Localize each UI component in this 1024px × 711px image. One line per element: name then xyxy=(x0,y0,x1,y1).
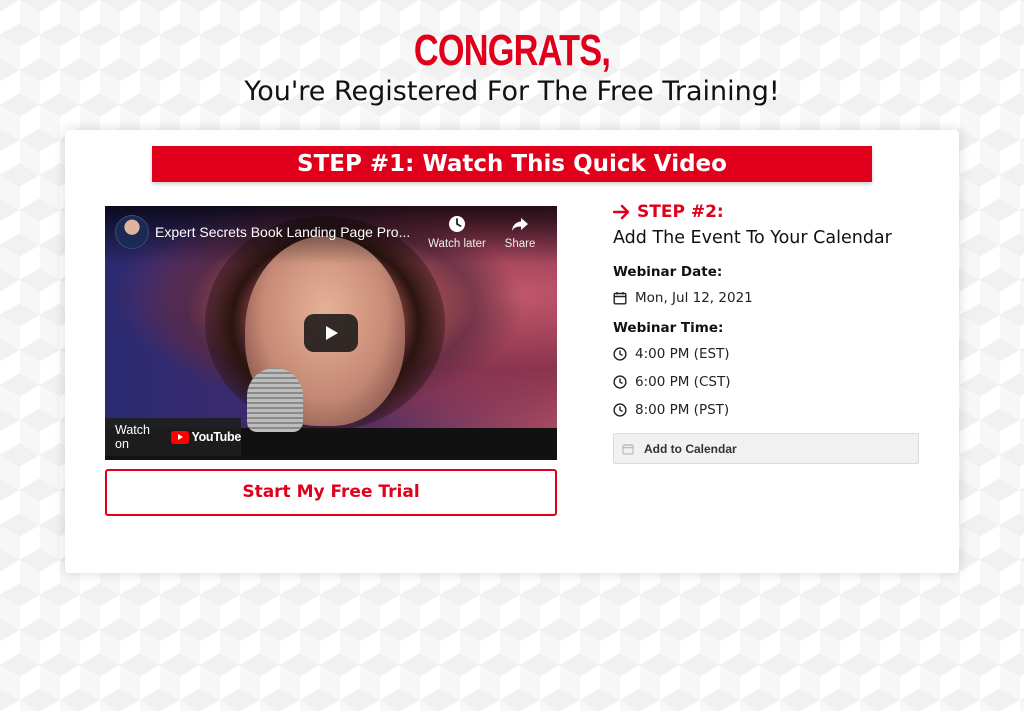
arrow-right-icon xyxy=(613,204,630,220)
share-button[interactable]: Share xyxy=(490,214,550,250)
clock-icon xyxy=(613,347,627,361)
clock-icon xyxy=(449,216,465,232)
clock-icon xyxy=(613,403,627,417)
microphone-shape xyxy=(247,368,303,432)
webinar-time-est: 4:00 PM (EST) xyxy=(635,346,730,362)
step1-banner: STEP #1: Watch This Quick Video xyxy=(152,146,872,182)
start-free-trial-button[interactable]: Start My Free Trial xyxy=(105,469,557,516)
play-button[interactable] xyxy=(304,314,358,352)
calendar-icon xyxy=(613,292,627,305)
webinar-time-pst: 8:00 PM (PST) xyxy=(635,402,730,418)
webinar-date-label: Webinar Date: xyxy=(613,264,723,280)
play-icon xyxy=(326,326,338,340)
webinar-time-row: 6:00 PM (CST) xyxy=(613,368,933,396)
watch-on-label: Watch on xyxy=(115,423,150,451)
watch-later-label: Watch later xyxy=(428,238,486,250)
youtube-play-icon xyxy=(171,430,190,444)
video-player[interactable]: Expert Secrets Book Landing Page Pro... … xyxy=(105,206,557,460)
calendar-icon xyxy=(622,443,634,455)
step2-subtitle: Add The Event To Your Calendar xyxy=(613,228,892,248)
step2-panel: STEP #2: Add The Event To Your Calendar … xyxy=(613,200,933,424)
channel-avatar[interactable] xyxy=(115,215,149,249)
add-to-calendar-button[interactable]: Add to Calendar xyxy=(613,433,919,464)
youtube-logo: YouTube xyxy=(171,430,241,444)
subheadline: You're Registered For The Free Training! xyxy=(244,76,780,107)
webinar-time-row: 8:00 PM (PST) xyxy=(613,396,933,424)
watch-later-button[interactable]: Watch later xyxy=(427,214,487,250)
webinar-time-label: Webinar Time: xyxy=(613,320,724,336)
add-to-calendar-label: Add to Calendar xyxy=(644,441,737,456)
webinar-time-row: 4:00 PM (EST) xyxy=(613,340,933,368)
webinar-date-value: Mon, Jul 12, 2021 xyxy=(635,290,753,306)
youtube-brand-text: YouTube xyxy=(191,430,241,444)
headline: CONGRATS, xyxy=(413,26,611,75)
webinar-time-cst: 6:00 PM (CST) xyxy=(635,374,731,390)
clock-icon xyxy=(613,375,627,389)
share-arrow-icon xyxy=(512,218,528,231)
watch-on-youtube-button[interactable]: Watch on YouTube xyxy=(105,418,241,456)
share-label: Share xyxy=(504,238,536,250)
content-card: STEP #1: Watch This Quick Video Expert S… xyxy=(65,130,959,573)
video-title[interactable]: Expert Secrets Book Landing Page Pro... xyxy=(155,224,420,240)
step2-title: STEP #2: xyxy=(637,202,724,222)
step2-title-row: STEP #2: xyxy=(613,200,933,224)
webinar-date-row: Mon, Jul 12, 2021 xyxy=(613,284,933,312)
